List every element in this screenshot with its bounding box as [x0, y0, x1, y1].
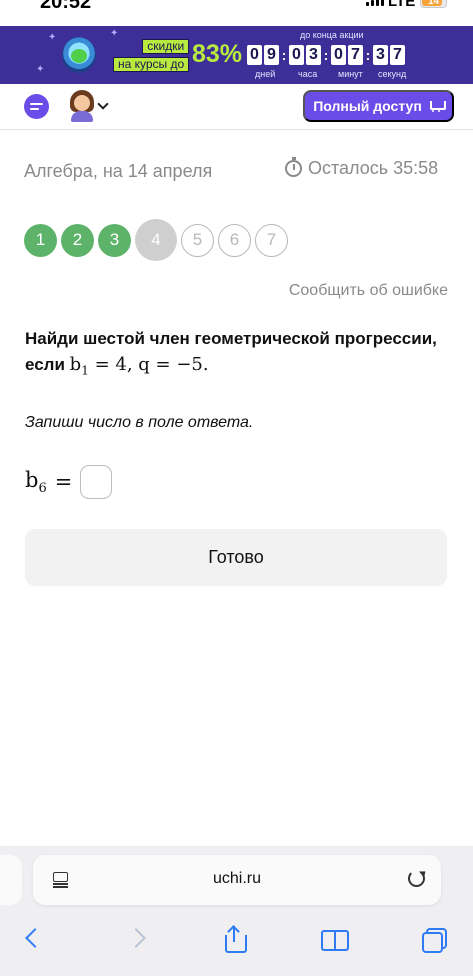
astronaut-mascot-icon [62, 37, 96, 73]
countdown-separator: : [365, 47, 371, 63]
reload-icon[interactable] [408, 870, 425, 887]
countdown-digit: 3 [373, 45, 388, 65]
countdown-caption: до конца акции [300, 30, 364, 40]
progress-step-2[interactable]: 2 [61, 223, 94, 257]
battery-level: 14 [427, 0, 440, 7]
progress-step-1[interactable]: 1 [24, 223, 57, 257]
promo-label-courses: на курсы до [113, 57, 190, 72]
question-text: Найди шестой член геометрической прогрес… [25, 326, 450, 384]
browser-toolbar: uchi.ru [0, 846, 473, 976]
answer-input[interactable] [80, 465, 113, 499]
full-access-button[interactable]: Полный доступ [303, 90, 454, 122]
page: 20:52 LTE 14 ✦ ✦ ✦ скидки на курсы до 83… [0, 0, 473, 976]
countdown-separator: : [323, 47, 329, 63]
lesson-timer: Осталось 35:58 [285, 157, 439, 179]
promo-label-discount: скидки [142, 39, 190, 54]
forward-icon[interactable] [127, 926, 153, 952]
sparkle-icon: ✦ [110, 28, 119, 39]
answer-label: b6 [25, 467, 47, 497]
battery-icon: 14 [420, 0, 447, 8]
promo-banner[interactable]: ✦ ✦ ✦ скидки на курсы до 83% до конца ак… [0, 26, 473, 84]
countdown-digit: 7 [390, 45, 405, 65]
address-bar[interactable]: uchi.ru [33, 855, 441, 905]
task-progress: 1 2 3 4 5 6 7 [24, 219, 292, 261]
progress-step-5: 5 [181, 223, 214, 257]
full-access-label: Полный доступ [313, 98, 422, 114]
chat-icon[interactable] [24, 94, 49, 119]
progress-step-3[interactable]: 3 [98, 223, 131, 257]
stopwatch-icon [285, 157, 302, 177]
signal-icon [366, 0, 384, 6]
progress-step-6: 6 [218, 223, 251, 257]
sparkle-icon: ✦ [36, 64, 45, 75]
countdown-digit: 3 [306, 45, 321, 65]
promo-labels: скидки на курсы до [113, 39, 190, 72]
cart-icon [428, 99, 446, 113]
countdown-digit: 0 [289, 45, 304, 65]
answer-row: b6 = [25, 465, 113, 499]
countdown-digit: 0 [331, 45, 346, 65]
countdown-unit-minutes: минут [338, 69, 363, 79]
sparkle-icon: ✦ [48, 32, 57, 43]
progress-step-7: 7 [255, 223, 288, 257]
countdown-separator: : [281, 47, 287, 63]
promo-percent: 83% [192, 40, 243, 68]
countdown-unit-seconds: секунд [378, 69, 407, 79]
answer-equals: = [54, 470, 73, 494]
countdown-digit: 9 [264, 45, 279, 65]
address-url: uchi.ru [212, 870, 262, 887]
lesson-timer-text: Осталось 35:58 [308, 158, 439, 178]
report-error-link[interactable]: Сообщить об ошибке [289, 282, 448, 300]
countdown-digit: 0 [247, 45, 262, 65]
tabs-icon[interactable] [421, 926, 447, 953]
countdown-unit-days: дней [255, 69, 276, 79]
countdown-unit-hours: часа [298, 69, 318, 79]
share-icon[interactable] [222, 925, 248, 953]
bookmarks-icon[interactable] [321, 926, 349, 952]
chevron-down-icon[interactable] [97, 98, 109, 110]
lesson-title: Алгебра, на 14 апреля [24, 161, 213, 181]
avatar[interactable] [68, 90, 96, 122]
question-formula: b1 = 4, q = −5. [69, 354, 209, 378]
browser-nav-bar [0, 914, 473, 958]
countdown-timer: 0 9 : 0 3 : 0 7 : 3 7 [247, 45, 407, 65]
status-bar: 20:52 LTE 14 [0, 0, 473, 26]
status-time: 20:52 [40, 0, 92, 13]
app-header: Полный доступ [0, 84, 473, 130]
answer-hint: Запиши число в поле ответа. [25, 414, 254, 431]
previous-tab-edge[interactable] [0, 855, 22, 905]
progress-step-4[interactable]: 4 [135, 219, 177, 261]
network-type: LTE [388, 0, 416, 10]
ready-button[interactable]: Готово [25, 529, 447, 586]
countdown-digit: 7 [348, 45, 363, 65]
back-icon[interactable] [20, 926, 46, 952]
